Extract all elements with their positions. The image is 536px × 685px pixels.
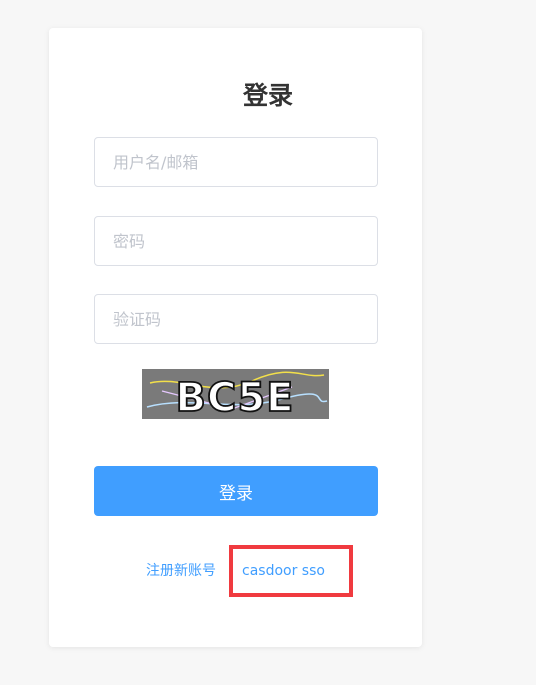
login-button[interactable]: 登录	[94, 466, 378, 516]
captcha-image[interactable]: BC5E	[142, 369, 329, 419]
captcha-text: BC5E	[176, 375, 295, 419]
password-input[interactable]	[94, 216, 378, 266]
register-link[interactable]: 注册新账号	[146, 561, 216, 581]
page-title: 登录	[242, 81, 293, 110]
username-input[interactable]	[94, 137, 378, 187]
captcha-input[interactable]	[94, 294, 378, 344]
casdoor-sso-link[interactable]: casdoor sso	[242, 561, 325, 581]
